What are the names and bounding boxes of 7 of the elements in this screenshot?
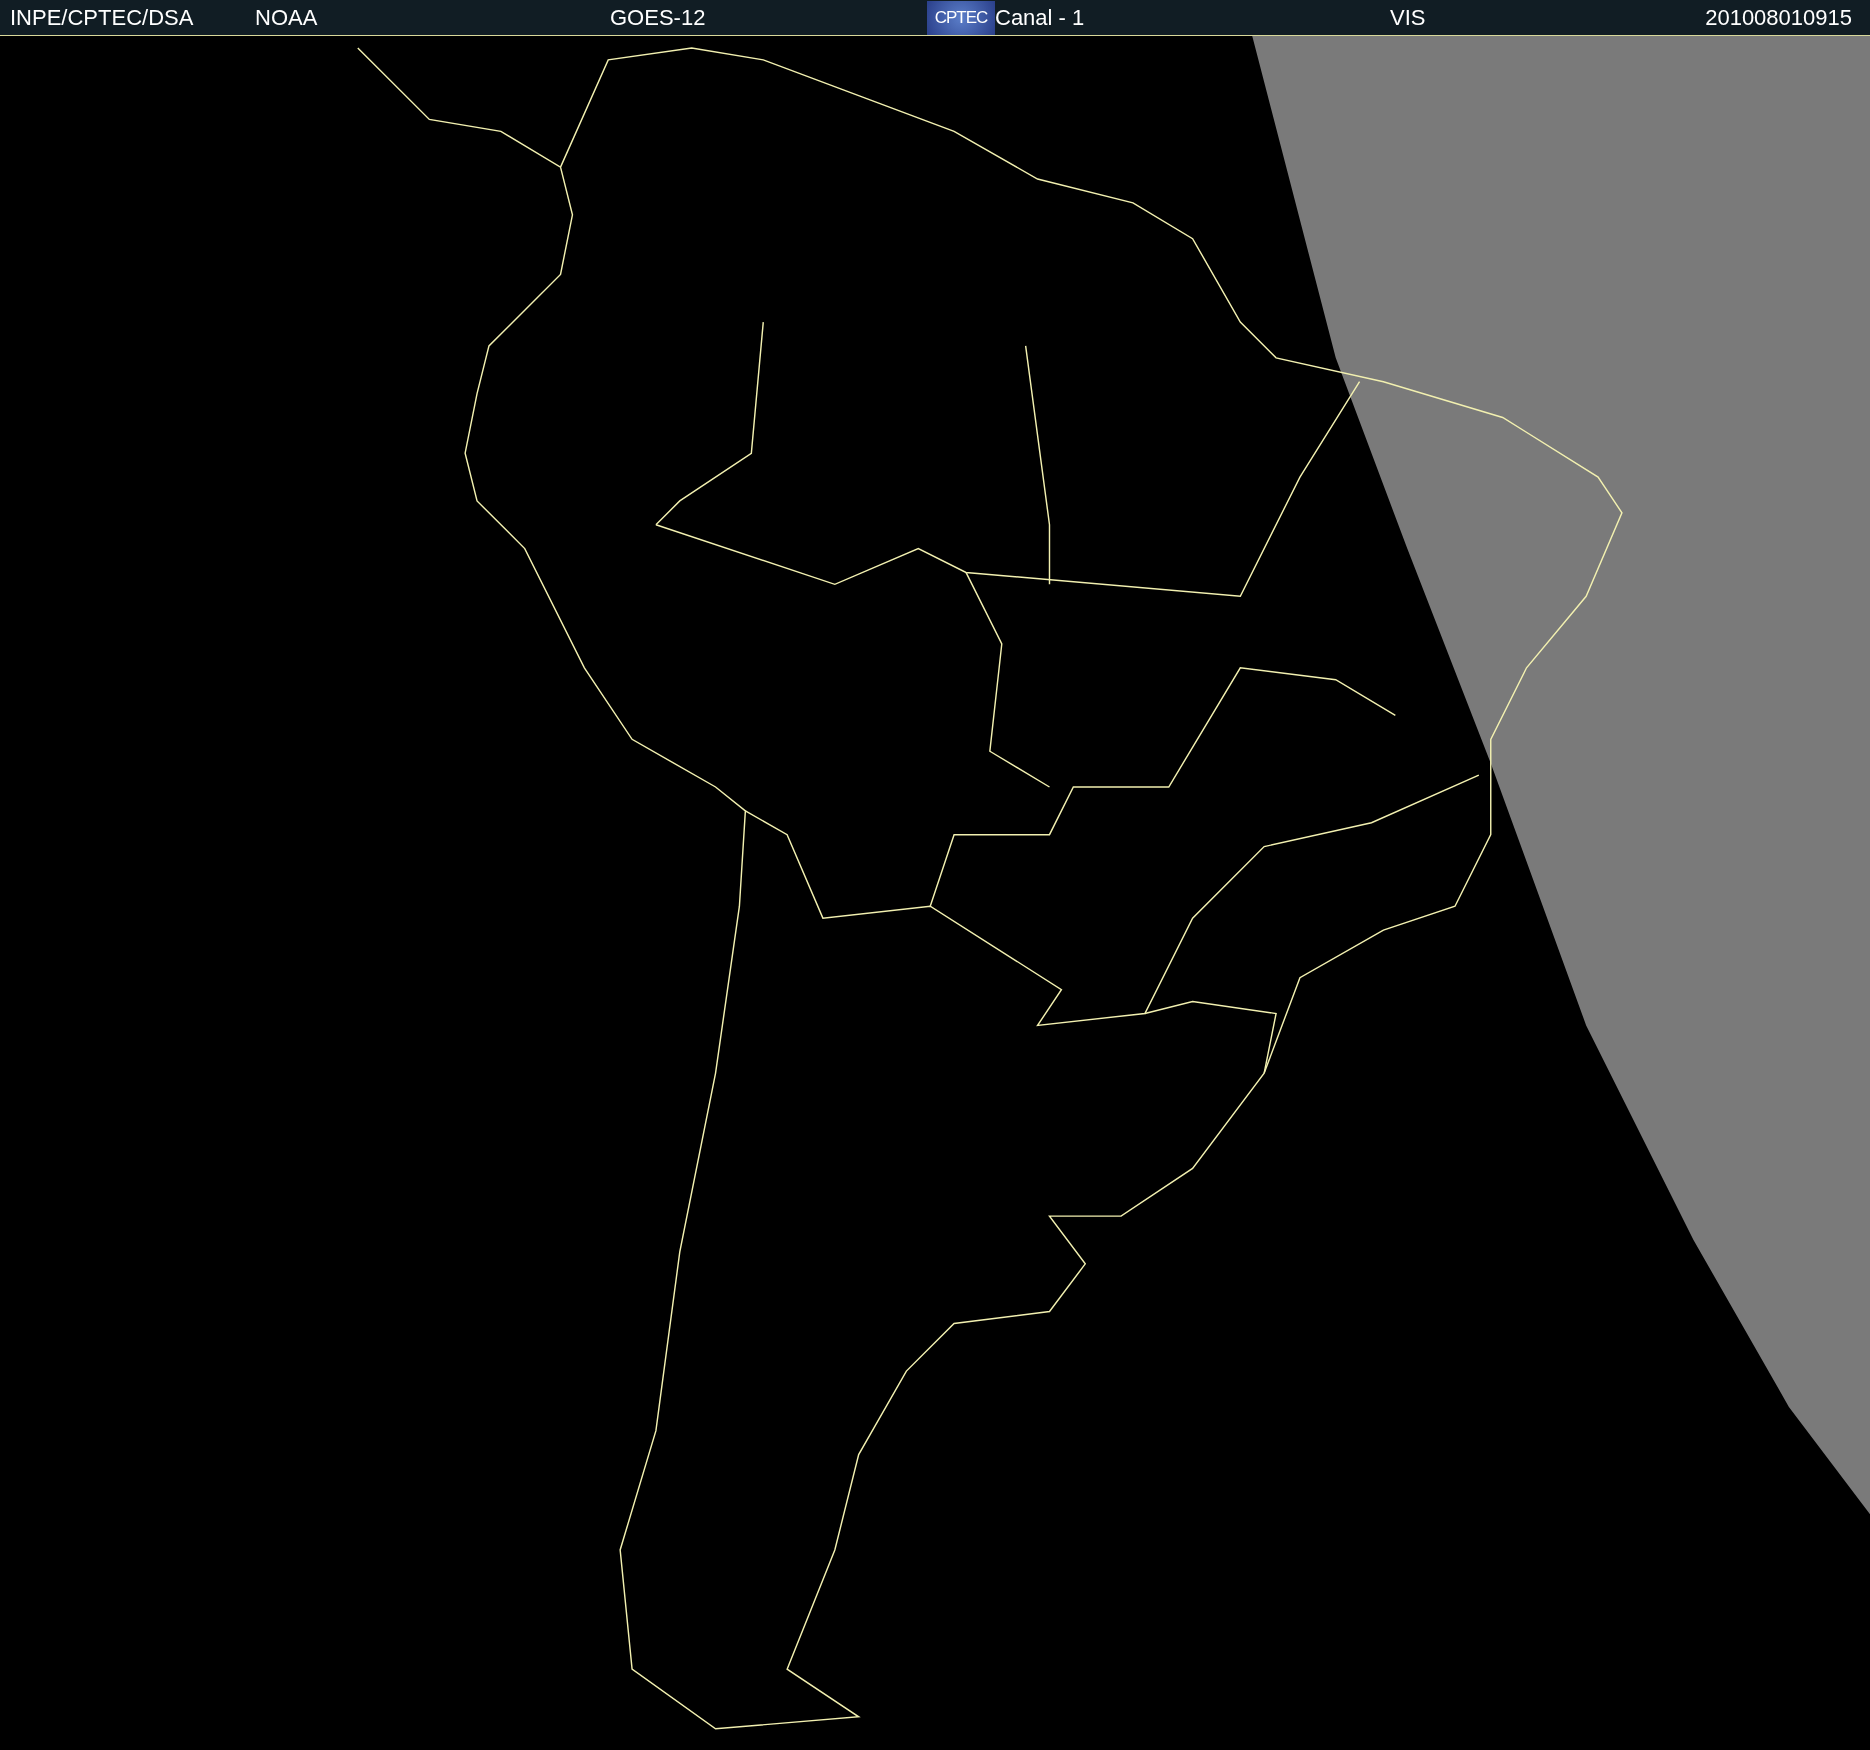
header-label: GOES-12 bbox=[610, 4, 707, 32]
header-label: Canal - 1 bbox=[995, 4, 1086, 32]
header-label: INPE/CPTEC/DSA bbox=[10, 4, 195, 32]
header-label: NOAA bbox=[255, 4, 319, 32]
header-label: 201008010915 bbox=[1705, 4, 1853, 32]
logo: CPTEC bbox=[927, 0, 995, 35]
header-label: VIS bbox=[1390, 4, 1427, 32]
